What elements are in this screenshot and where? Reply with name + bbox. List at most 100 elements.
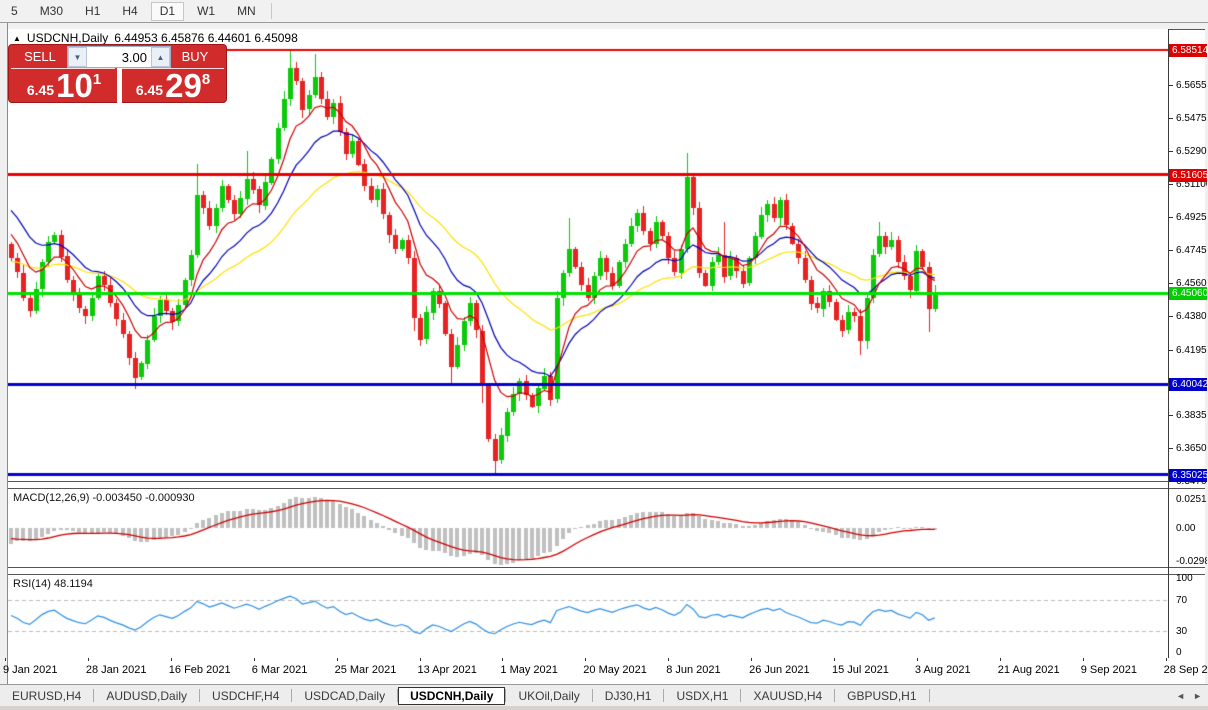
macd-panel-splitter[interactable]	[8, 481, 1205, 489]
window-bottom-edge	[0, 706, 1208, 710]
tab-gbpusd[interactable]: GBPUSD,H1	[835, 687, 928, 705]
tab-eurusd[interactable]: EURUSD,H4	[0, 687, 93, 705]
price-axis-tick	[1169, 250, 1173, 251]
sell-price: 6.45 10 1	[15, 71, 113, 101]
date-axis-label: 15 Jul 2021	[832, 664, 889, 676]
price-axis-label: 6.41950	[1176, 345, 1207, 356]
spin-down-icon: ▼	[74, 53, 82, 62]
macd-axis-label: 0.00	[1176, 523, 1195, 534]
date-axis-label: 28 Sep 2021	[1164, 664, 1208, 676]
sell-price-superscript: 1	[93, 71, 101, 88]
rsi-indicator-canvas[interactable]	[8, 575, 1168, 658]
chart-tab-bar: EURUSD,H4AUDUSD,DailyUSDCHF,H4USDCAD,Dai…	[0, 684, 1208, 706]
price-level-badge: 6.40042	[1169, 378, 1207, 391]
price-level-badge: 6.51605	[1169, 169, 1207, 182]
timeframe-button-mn[interactable]: MN	[228, 2, 265, 21]
price-axis-label: 6.54750	[1176, 113, 1207, 124]
date-axis-label: 1 May 2021	[500, 664, 557, 676]
sell-price-prefix: 6.45	[27, 82, 54, 98]
date-axis-label: 6 Mar 2021	[252, 664, 308, 676]
date-axis-tick	[337, 658, 338, 661]
date-axis-label: 8 Jun 2021	[666, 664, 720, 676]
buy-price-box[interactable]: 6.45 29 8	[120, 68, 224, 103]
chart-symbol-label: USDCNH,Daily	[27, 31, 108, 45]
tab-xauusd[interactable]: XAUUSD,H4	[741, 687, 834, 705]
rsi-axis-label: 70	[1176, 595, 1187, 606]
price-axis-tick	[1169, 151, 1173, 152]
rsi-panel-splitter[interactable]	[8, 567, 1205, 575]
volume-decrease-button[interactable]: ▼	[68, 47, 87, 67]
date-axis-label: 25 Mar 2021	[335, 664, 397, 676]
tab-usdchf[interactable]: USDCHF,H4	[200, 687, 291, 705]
date-axis-tick	[1166, 658, 1167, 661]
date-axis-label: 28 Jan 2021	[86, 664, 147, 676]
price-axis-label: 6.47450	[1176, 245, 1207, 256]
rsi-axis-label: 100	[1176, 573, 1193, 584]
rsi-indicator-label: RSI(14) 48.1194	[13, 578, 93, 590]
price-axis-label: 6.56550	[1176, 80, 1207, 91]
timeframe-button-w1[interactable]: W1	[188, 2, 224, 21]
price-axis-tick	[1169, 85, 1173, 86]
tab-scroll-right-icon[interactable]: ►	[1193, 691, 1202, 701]
price-axis-label: 6.43800	[1176, 311, 1207, 322]
date-axis-tick	[1000, 658, 1001, 661]
price-axis-label: 6.49250	[1176, 212, 1207, 223]
chart-ohlc-values: 6.44953 6.45876 6.44601 6.45098	[114, 31, 298, 45]
price-axis-tick	[1169, 415, 1173, 416]
tab-usdx[interactable]: USDX,H1	[664, 687, 740, 705]
date-axis-label: 9 Jan 2021	[3, 664, 57, 676]
tab-audusd[interactable]: AUDUSD,Daily	[94, 687, 199, 705]
date-axis-tick	[1083, 658, 1084, 661]
date-axis-tick	[5, 658, 6, 661]
date-axis-label: 3 Aug 2021	[915, 664, 971, 676]
buy-price: 6.45 29 8	[124, 71, 222, 101]
price-axis-label: 6.38350	[1176, 410, 1207, 421]
chart-title-arrow-icon: ▲	[13, 34, 21, 43]
rsi-axis-label: 30	[1176, 626, 1187, 637]
spin-up-icon: ▲	[157, 53, 165, 62]
price-axis-label: 6.36500	[1176, 443, 1207, 454]
macd-indicator-label: MACD(12,26,9) -0.003450 -0.000930	[13, 492, 195, 504]
chart-title: ▲ USDCNH,Daily 6.44953 6.45876 6.44601 6…	[13, 31, 298, 45]
tab-dj30[interactable]: DJ30,H1	[593, 687, 664, 705]
tab-usdcad[interactable]: USDCAD,Daily	[292, 687, 397, 705]
price-axis[interactable]: 6.565506.547506.529006.511006.492506.474…	[1169, 29, 1207, 658]
buy-price-prefix: 6.45	[136, 82, 163, 98]
buy-button[interactable]: BUY	[166, 47, 224, 66]
date-axis-tick	[917, 658, 918, 661]
timeframe-button-h1[interactable]: H1	[76, 2, 109, 21]
date-axis-tick	[88, 658, 89, 661]
date-axis-label: 9 Sep 2021	[1081, 664, 1137, 676]
tab-scroll-left-icon[interactable]: ◄	[1176, 691, 1185, 701]
date-axis-label: 16 Feb 2021	[169, 664, 231, 676]
date-axis[interactable]: 9 Jan 202128 Jan 202116 Feb 20216 Mar 20…	[8, 658, 1205, 684]
price-axis-tick	[1169, 283, 1173, 284]
sell-button[interactable]: SELL	[11, 47, 69, 66]
timeframe-button-m30[interactable]: M30	[31, 2, 72, 21]
rsi-axis-label: 0	[1176, 647, 1182, 658]
timeframe-button-h4[interactable]: H4	[113, 2, 146, 21]
date-axis-label: 13 Apr 2021	[418, 664, 477, 676]
date-axis-tick	[171, 658, 172, 661]
price-axis-tick	[1169, 184, 1173, 185]
tab-usdcnh[interactable]: USDCNH,Daily	[398, 687, 505, 705]
timeframe-button-5[interactable]: 5	[2, 2, 27, 21]
buy-price-big: 29	[165, 71, 202, 101]
one-click-trading-panel: SELL ▼ ▲ BUY 6.45 10 1 6.45 29 8	[8, 44, 227, 103]
timeframe-toolbar: 5M30H1H4 D1W1MN	[0, 0, 1208, 23]
volume-input[interactable]	[87, 47, 151, 67]
tab-ukoil[interactable]: UKOil,Daily	[506, 687, 591, 705]
timeframe-button-d1[interactable]: D1	[151, 2, 184, 21]
date-axis-label: 26 Jun 2021	[749, 664, 810, 676]
date-axis-tick	[254, 658, 255, 661]
terminal-window: 5M30H1H4 D1W1MN ▲ USDCNH,Daily 6.44953 6.…	[0, 0, 1208, 710]
date-axis-tick	[502, 658, 503, 661]
date-axis-tick	[420, 658, 421, 661]
macd-axis-label: -0.029883	[1176, 556, 1207, 567]
date-axis-tick	[834, 658, 835, 661]
price-axis-tick	[1169, 350, 1173, 351]
sell-price-box[interactable]: 6.45 10 1	[11, 68, 115, 103]
date-axis-tick	[585, 658, 586, 661]
toolbar-separator	[271, 3, 272, 19]
date-axis-tick	[751, 658, 752, 661]
